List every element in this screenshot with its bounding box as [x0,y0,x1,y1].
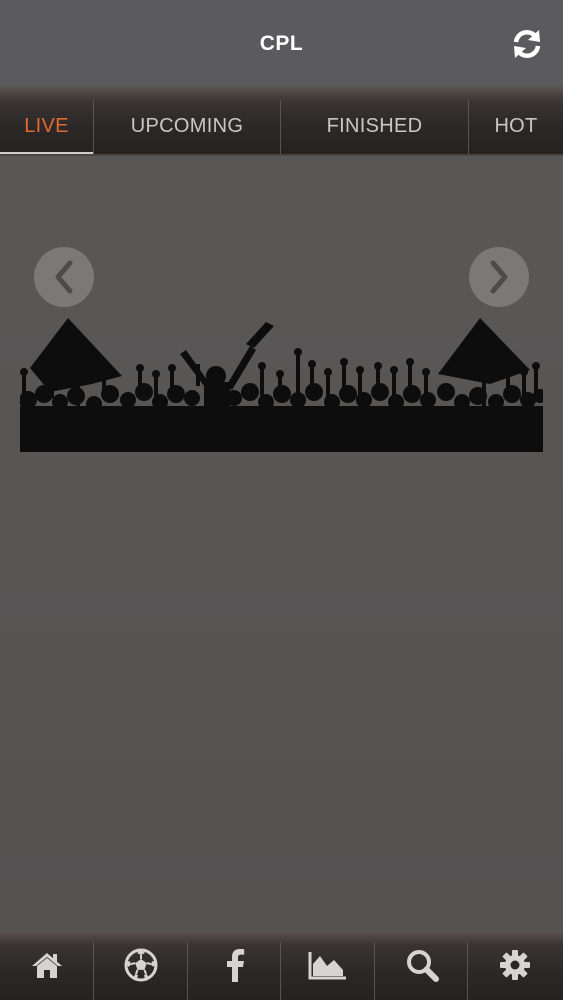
refresh-button[interactable] [509,26,545,62]
nav-search-button[interactable] [375,930,468,1000]
home-icon [31,953,62,978]
carousel-next-button[interactable] [469,247,529,307]
nav-stats-button[interactable] [281,930,374,1000]
page-title: CPL [259,32,304,55]
refresh-icon [513,29,541,59]
carousel-prev-button[interactable] [34,247,94,307]
nav-home-button[interactable] [0,930,93,1000]
crowd-silhouette-image [20,314,543,452]
facebook-icon [226,949,244,982]
tab-live[interactable]: LIVE [0,86,93,154]
app-header: CPL [0,0,563,86]
nav-soccer-button[interactable] [94,930,187,1000]
tab-hot[interactable]: HOT [469,86,563,154]
chevron-left-icon [55,260,73,294]
nav-facebook-button[interactable] [188,930,281,1000]
tab-finished[interactable]: FINISHED [281,86,468,154]
search-icon [406,950,439,982]
tab-upcoming[interactable]: UPCOMING [94,86,280,154]
soccer-ball-icon [124,948,157,982]
bottom-navigation [0,930,563,1000]
area-chart-icon [308,952,346,980]
tab-bar: LIVE UPCOMING FINISHED HOT [0,86,563,156]
gear-icon [499,950,530,980]
chevron-right-icon [490,260,508,294]
nav-settings-button[interactable] [468,930,561,1000]
